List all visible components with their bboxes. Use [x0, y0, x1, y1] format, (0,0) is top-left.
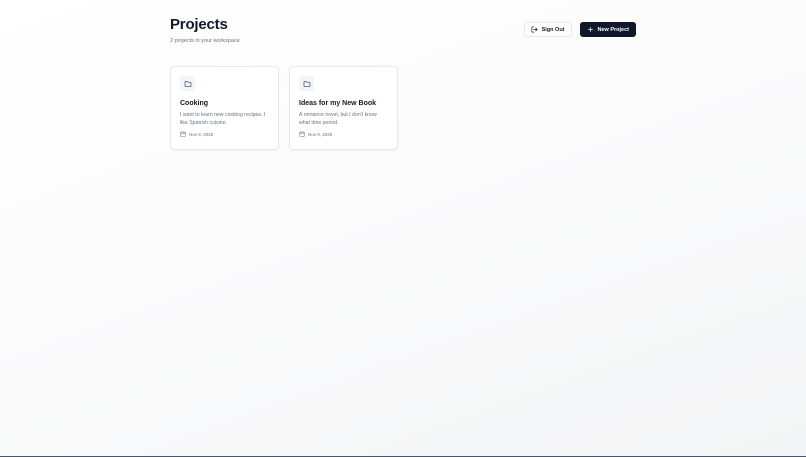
- project-grid: Cooking I want to learn new cooking reci…: [170, 66, 636, 150]
- project-date: Nov 9, 2025: [299, 131, 388, 138]
- title-block: Projects 2 projects in your workspace: [170, 16, 240, 45]
- project-title: Ideas for my New Book: [299, 100, 377, 107]
- folder-icon-badge: [299, 76, 314, 91]
- project-description: A romance novel, but I don't know what t…: [299, 112, 377, 126]
- project-card-cooking[interactable]: Cooking I want to learn new cooking reci…: [170, 66, 279, 150]
- page-header: Projects 2 projects in your workspace Si…: [170, 16, 636, 45]
- project-date: Nov 9, 2025: [180, 131, 269, 138]
- projects-page: Projects 2 projects in your workspace Si…: [170, 16, 636, 150]
- folder-icon: [303, 75, 311, 93]
- log-out-icon: [531, 26, 538, 33]
- project-card-book-ideas[interactable]: Ideas for my New Book A romance novel, b…: [289, 66, 398, 150]
- project-description: I want to learn new cooking recipes. I l…: [180, 112, 266, 126]
- plus-icon: [587, 26, 594, 33]
- calendar-icon: [299, 131, 305, 138]
- new-project-label: New Project: [597, 26, 629, 33]
- folder-icon: [184, 75, 192, 93]
- page-title: Projects: [170, 16, 228, 33]
- sign-out-label: Sign Out: [541, 26, 565, 33]
- new-project-button[interactable]: New Project: [579, 22, 636, 37]
- sign-out-button[interactable]: Sign Out: [523, 22, 572, 37]
- project-title: Cooking: [180, 100, 208, 107]
- header-actions: Sign Out New Project: [523, 22, 636, 37]
- folder-icon-badge: [180, 76, 195, 91]
- calendar-icon: [180, 131, 186, 138]
- project-count: 2 projects in your workspace: [170, 38, 240, 44]
- project-date-text: Nov 9, 2025: [308, 132, 333, 137]
- project-date-text: Nov 9, 2025: [189, 132, 214, 137]
